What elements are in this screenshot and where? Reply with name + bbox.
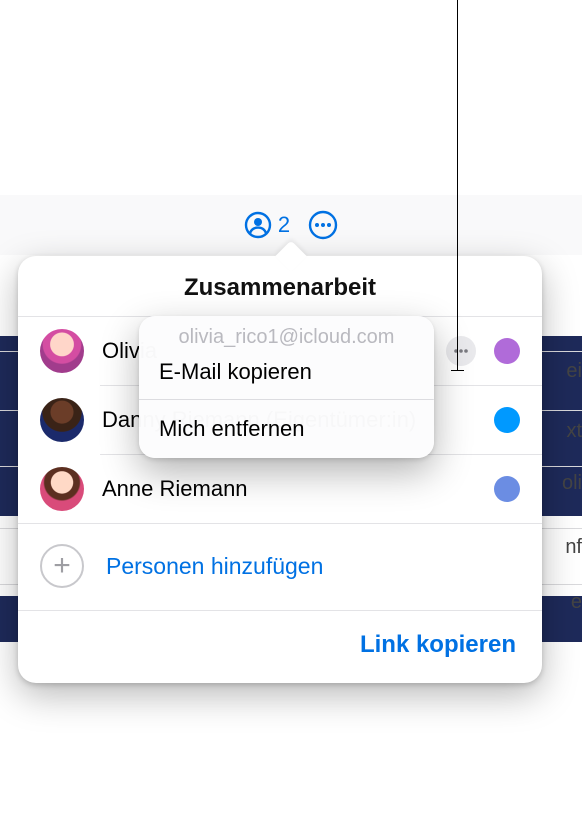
person-icon xyxy=(244,211,272,239)
copy-email-menu-item[interactable]: E-Mail kopieren xyxy=(139,349,434,399)
remove-me-menu-item[interactable]: Mich entfernen xyxy=(139,400,434,458)
bg-text-fragment: ei xyxy=(566,360,582,383)
bg-text-fragment: nf xyxy=(565,536,582,559)
popover-title: Zusammenarbeit xyxy=(18,256,542,316)
participant-name: Anne Riemann xyxy=(102,476,476,502)
participant-color-dot xyxy=(494,338,520,364)
participant-row[interactable]: Anne Riemann xyxy=(18,455,542,523)
avatar xyxy=(40,329,84,373)
more-menu-button[interactable] xyxy=(308,210,338,240)
plus-circle-icon: + xyxy=(40,544,84,588)
copy-link-button[interactable]: Link kopieren xyxy=(360,631,516,659)
bg-text-fragment: e xyxy=(571,591,582,614)
avatar xyxy=(40,398,84,442)
participant-context-menu: olivia_rico1@icloud.com E-Mail kopieren … xyxy=(139,316,434,458)
participant-color-dot xyxy=(494,476,520,502)
add-people-button[interactable]: + Personen hinzufügen xyxy=(18,524,542,610)
bg-text-fragment: xt xyxy=(566,420,582,443)
collaborators-button[interactable]: 2 xyxy=(244,211,290,239)
participant-color-dot xyxy=(494,407,520,433)
participant-more-button[interactable] xyxy=(446,336,476,366)
ellipsis-icon xyxy=(452,342,470,360)
avatar xyxy=(40,467,84,511)
add-people-label: Personen hinzufügen xyxy=(106,553,323,580)
callout-leader-line xyxy=(457,0,458,370)
ellipsis-circle-icon xyxy=(308,210,338,240)
context-menu-email: olivia_rico1@icloud.com xyxy=(139,316,434,349)
participant-count: 2 xyxy=(278,212,290,238)
bg-text-fragment: oli xyxy=(562,472,582,495)
